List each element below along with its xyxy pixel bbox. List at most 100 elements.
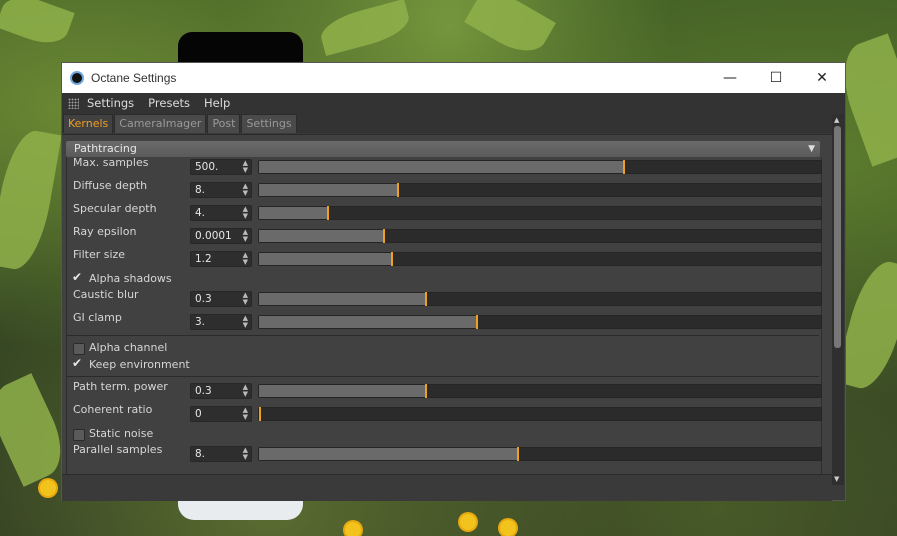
- param-label: Ray epsilon: [73, 225, 137, 238]
- checkmark-icon: ✔: [72, 270, 83, 284]
- number-value: 0.3: [195, 385, 212, 397]
- value-slider[interactable]: [258, 183, 822, 197]
- value-slider[interactable]: [258, 384, 822, 398]
- param-label: Path term. power: [73, 380, 168, 393]
- number-input[interactable]: 8. ▲ ▼: [190, 182, 252, 198]
- number-value: 0: [195, 408, 202, 420]
- param-label: Coherent ratio: [73, 403, 153, 416]
- spinner-arrows-icon[interactable]: ▲ ▼: [243, 315, 248, 329]
- maximize-icon: ☐: [769, 70, 783, 86]
- tab-post[interactable]: Post: [207, 114, 241, 133]
- param-label: GI clamp: [73, 311, 122, 324]
- minimize-button[interactable]: —: [707, 63, 753, 93]
- value-slider[interactable]: [258, 407, 822, 421]
- tab-settings[interactable]: Settings: [241, 114, 297, 133]
- value-slider[interactable]: [258, 315, 822, 329]
- close-button[interactable]: ✕: [799, 63, 845, 93]
- scroll-down-icon[interactable]: ▼: [834, 475, 839, 483]
- menu-settings[interactable]: Settings: [87, 96, 134, 110]
- number-value: 8.: [195, 448, 206, 460]
- param-row: Ray epsilon 0.0001 ▲ ▼: [73, 225, 823, 246]
- param-row: GI clamp 3. ▲ ▼: [73, 311, 823, 332]
- scroll-up-icon[interactable]: ▲: [834, 116, 839, 124]
- scroll-thumb[interactable]: [834, 126, 841, 348]
- chevron-down-icon[interactable]: ▼: [808, 141, 815, 157]
- group-header-pathtracing[interactable]: Pathtracing ▼: [66, 141, 820, 157]
- spinner-arrows-icon[interactable]: ▲ ▼: [243, 160, 248, 174]
- spinner-arrows-icon[interactable]: ▲ ▼: [243, 229, 248, 243]
- spinner-arrows-icon[interactable]: ▲ ▼: [243, 384, 248, 398]
- maximize-button[interactable]: ☐: [753, 63, 799, 93]
- param-label: Max. samples: [73, 156, 149, 169]
- checkbox-label: Keep environment: [89, 358, 190, 371]
- slider-handle[interactable]: [391, 252, 394, 266]
- value-slider[interactable]: [258, 160, 822, 174]
- slider-fill: [259, 316, 478, 328]
- number-input[interactable]: 0.0001 ▲ ▼: [190, 228, 252, 244]
- value-slider[interactable]: [258, 252, 822, 266]
- spinner-arrows-icon[interactable]: ▲ ▼: [243, 292, 248, 306]
- spinner-arrows-icon[interactable]: ▲ ▼: [243, 183, 248, 197]
- checkbox-label: Alpha channel: [89, 341, 168, 354]
- slider-handle[interactable]: [476, 315, 479, 329]
- tab-kernels[interactable]: Kernels: [63, 114, 114, 133]
- checkbox[interactable]: ✔: [72, 270, 83, 284]
- value-slider[interactable]: [258, 206, 822, 220]
- param-row: Caustic blur 0.3 ▲ ▼: [73, 288, 823, 309]
- app-logo-icon: [70, 71, 84, 85]
- number-input[interactable]: 0.3 ▲ ▼: [190, 383, 252, 399]
- slider-handle[interactable]: [259, 407, 261, 421]
- number-input[interactable]: 1.2 ▲ ▼: [190, 251, 252, 267]
- title-bar[interactable]: Octane Settings — ☐ ✕: [62, 63, 845, 93]
- number-input[interactable]: 0.3 ▲ ▼: [190, 291, 252, 307]
- slider-handle[interactable]: [623, 160, 626, 174]
- value-slider[interactable]: [258, 447, 822, 461]
- slider-fill: [259, 448, 518, 460]
- menu-presets[interactable]: Presets: [148, 96, 190, 110]
- grip-icon[interactable]: [68, 97, 79, 109]
- tab-cameraimager[interactable]: CameraImager: [114, 114, 207, 133]
- slider-handle[interactable]: [516, 447, 519, 461]
- param-row: Diffuse depth 8. ▲ ▼: [73, 179, 823, 200]
- checkmark-icon: ✔: [72, 356, 83, 370]
- window-title: Octane Settings: [91, 71, 177, 85]
- number-input[interactable]: 500. ▲ ▼: [190, 159, 252, 175]
- group-body: Max. samples 500. ▲ ▼ Diffuse depth 8. ▲ ▼ Spe…: [66, 156, 823, 475]
- group-title: Pathtracing: [74, 142, 137, 155]
- spinner-arrows-icon[interactable]: ▲ ▼: [243, 447, 248, 461]
- vertical-scrollbar[interactable]: ▲ ▼: [832, 114, 844, 485]
- param-row: Path term. power 0.3 ▲ ▼: [73, 380, 823, 401]
- divider: [67, 335, 819, 336]
- value-slider[interactable]: [258, 292, 822, 306]
- slider-handle[interactable]: [327, 206, 330, 220]
- menu-bar: Settings Presets Help: [62, 93, 845, 113]
- param-row: Filter size 1.2 ▲ ▼: [73, 248, 823, 269]
- status-bar: [62, 474, 832, 501]
- number-value: 0.3: [195, 293, 212, 305]
- slider-handle[interactable]: [396, 183, 399, 197]
- number-value: 500.: [195, 161, 219, 173]
- number-input[interactable]: 4. ▲ ▼: [190, 205, 252, 221]
- spinner-arrows-icon[interactable]: ▲ ▼: [243, 407, 248, 421]
- tab-bar: Kernels CameraImager Post Settings: [62, 113, 845, 133]
- slider-fill: [259, 207, 329, 219]
- number-input[interactable]: 3. ▲ ▼: [190, 314, 252, 330]
- menu-help[interactable]: Help: [204, 96, 230, 110]
- slider-handle[interactable]: [382, 229, 385, 243]
- slider-handle[interactable]: [424, 292, 427, 306]
- slider-fill: [259, 293, 426, 305]
- slider-fill: [259, 184, 398, 196]
- checkbox[interactable]: [73, 343, 85, 355]
- slider-handle[interactable]: [424, 384, 427, 398]
- slider-fill: [259, 385, 426, 397]
- number-value: 0.0001: [195, 230, 232, 242]
- checkbox-label: Static noise: [89, 427, 154, 440]
- number-input[interactable]: 0 ▲ ▼: [190, 406, 252, 422]
- number-value: 8.: [195, 184, 206, 196]
- number-input[interactable]: 8. ▲ ▼: [190, 446, 252, 462]
- checkbox[interactable]: ✔: [72, 356, 83, 370]
- spinner-arrows-icon[interactable]: ▲ ▼: [243, 206, 248, 220]
- checkbox[interactable]: [73, 429, 85, 441]
- spinner-arrows-icon[interactable]: ▲ ▼: [243, 252, 248, 266]
- value-slider[interactable]: [258, 229, 822, 243]
